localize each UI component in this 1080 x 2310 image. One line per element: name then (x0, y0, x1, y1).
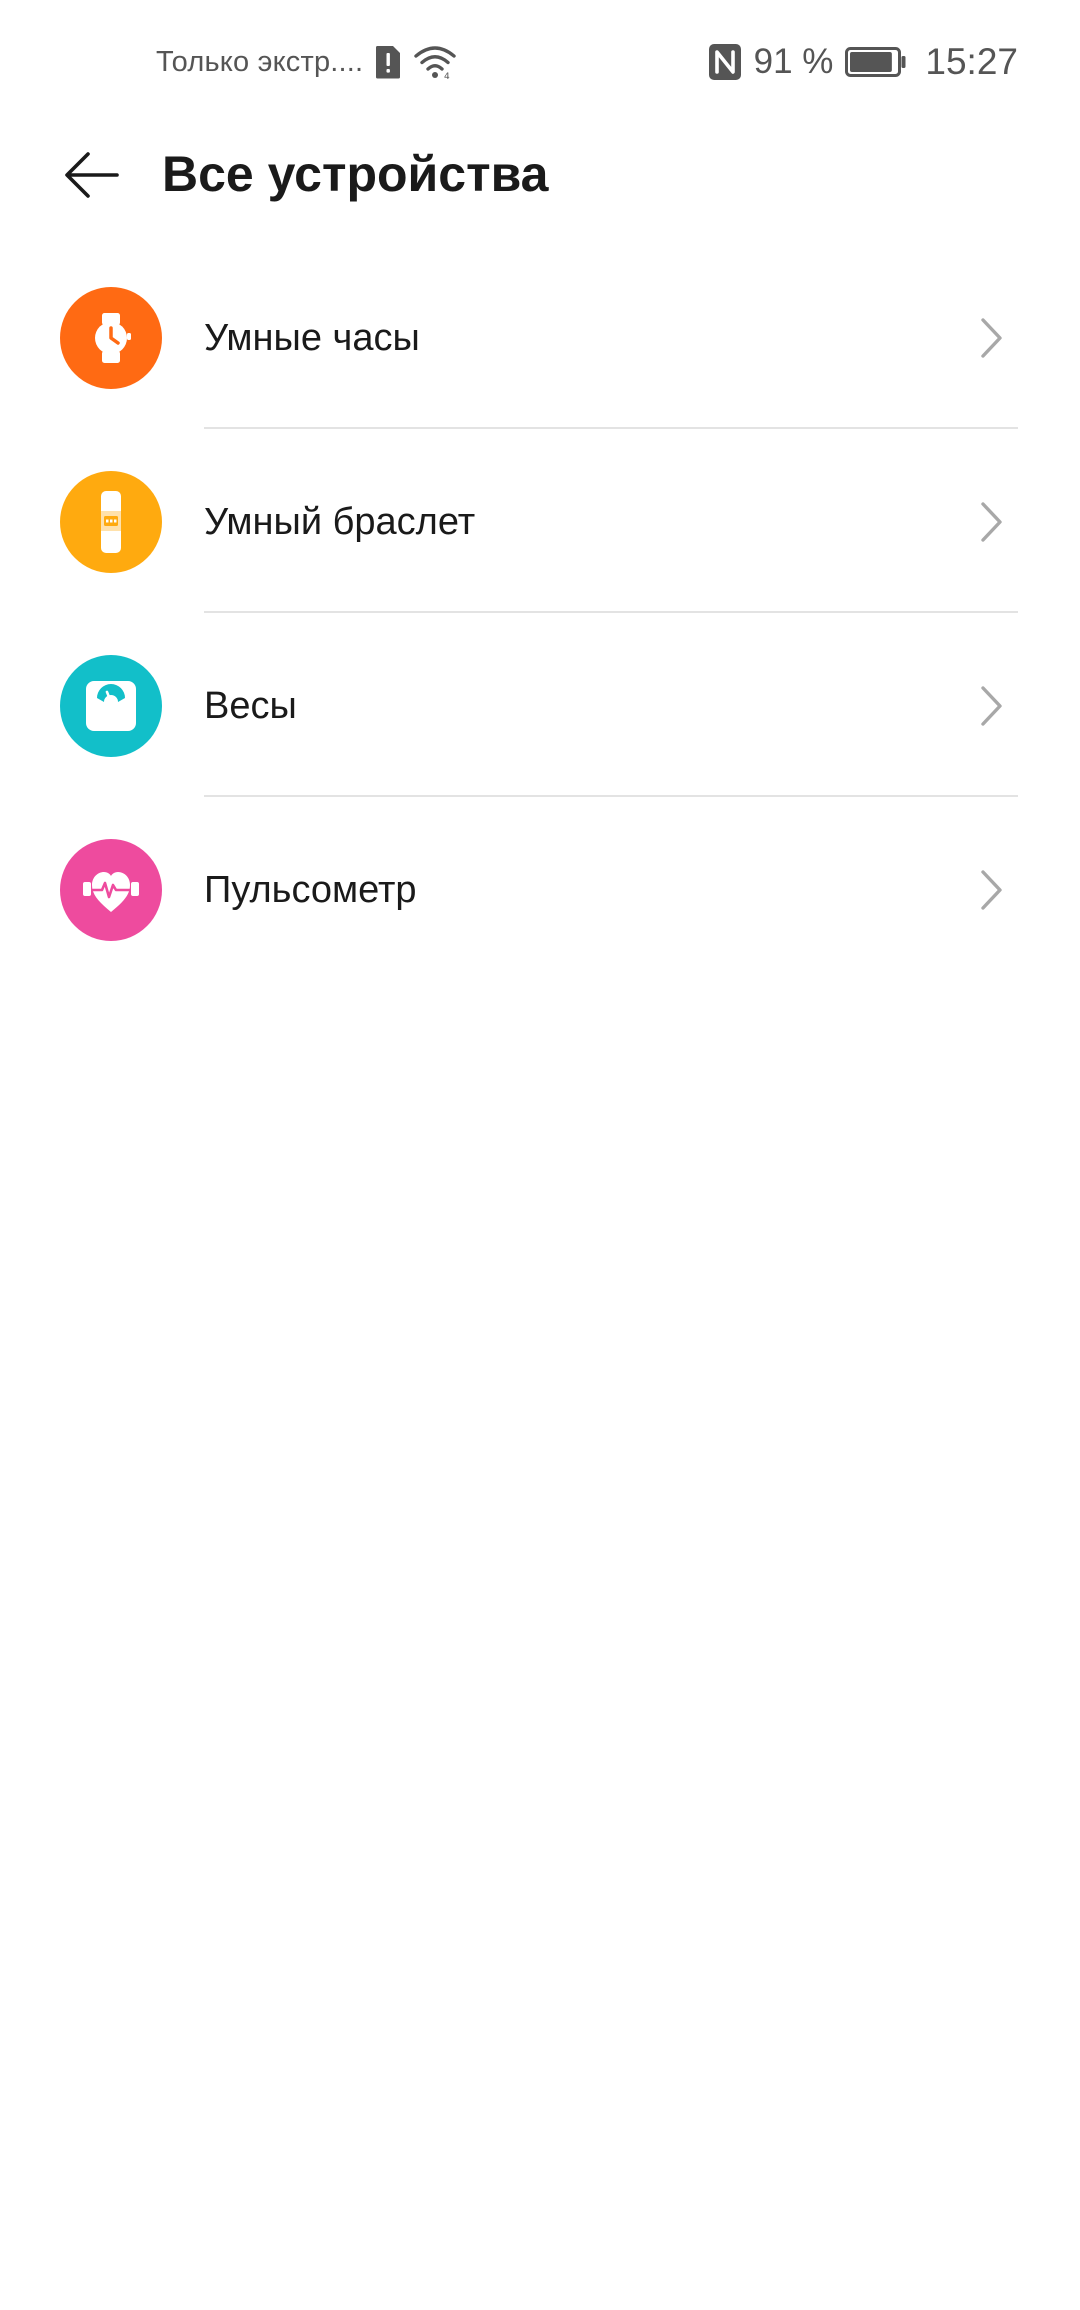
heart-rate-icon (60, 839, 162, 941)
arrow-left-icon (62, 150, 120, 200)
wifi-icon: 4 (413, 44, 457, 80)
scale-icon (60, 655, 162, 757)
battery-percent: 91 % (753, 42, 834, 81)
chevron-right-icon (972, 866, 1012, 914)
list-item-smart-watch[interactable]: Умные часы (0, 264, 1080, 448)
list-item-label: Умный браслет (204, 501, 476, 543)
app-header: Все устройства (0, 130, 1080, 220)
watch-icon (60, 287, 162, 389)
page-title: Все устройства (162, 146, 549, 202)
svg-text:4: 4 (444, 72, 450, 80)
divider (204, 611, 1018, 613)
list-item-label: Пульсометр (204, 869, 417, 911)
list-item-scale[interactable]: Весы (0, 632, 1080, 816)
list-item-smart-band[interactable]: Умный браслет (0, 448, 1080, 632)
back-button[interactable] (56, 140, 126, 210)
chevron-right-icon (972, 314, 1012, 362)
battery-icon (845, 47, 907, 77)
sim-alert-icon (373, 44, 403, 80)
carrier-text: Только экстр.... (156, 45, 364, 78)
device-list: Умные часы Умный браслет Весы Пульсометр (0, 264, 1080, 1000)
nfc-icon (708, 42, 742, 82)
list-item-label: Умные часы (204, 317, 420, 359)
status-left: Только экстр.... 4 (156, 40, 457, 84)
status-right: 91 % 15:27 (708, 38, 1018, 86)
band-icon (60, 471, 162, 573)
divider (204, 427, 1018, 429)
chevron-right-icon (972, 682, 1012, 730)
list-item-label: Весы (204, 685, 297, 727)
status-bar: Только экстр.... 4 91 % 15:27 (0, 0, 1080, 120)
divider (204, 795, 1018, 797)
list-item-heart-rate-monitor[interactable]: Пульсометр (0, 816, 1080, 1000)
chevron-right-icon (972, 498, 1012, 546)
clock-time: 15:27 (925, 41, 1018, 82)
